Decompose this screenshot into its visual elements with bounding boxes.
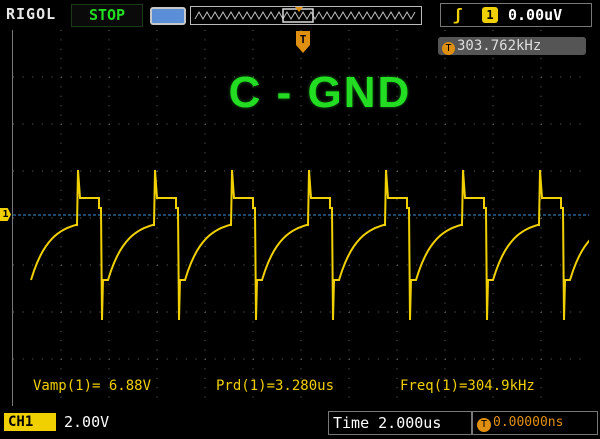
measure-frequency: Freq(1)=304.9kHz	[400, 378, 535, 394]
trigger-icon: T	[442, 42, 455, 55]
run-status-indicator[interactable]: STOP	[71, 4, 143, 27]
timebase-readout[interactable]: Time 2.000us	[328, 411, 472, 435]
top-status-bar: RIGOL STOP ʃ 1 0.00uV	[0, 0, 600, 30]
measure-vamp: Vamp(1)= 6.88V	[33, 378, 152, 394]
frequency-counter: T 303.762kHz	[438, 37, 586, 55]
bottom-status-bar: CH1 2.00V Time 2.000us T 0.00000ns	[0, 408, 600, 439]
brand-label: RIGOL	[6, 5, 57, 23]
memory-buffer-bar	[190, 6, 422, 25]
memory-battery-icon	[150, 7, 186, 25]
ch1-ground-marker[interactable]: 1	[0, 208, 11, 221]
trigger-level: 0.00uV	[508, 6, 563, 24]
trigger-settings[interactable]: ʃ 1 0.00uV	[440, 3, 592, 27]
ch1-label[interactable]: CH1	[4, 413, 56, 431]
measure-period: Prd(1)=3.280us	[216, 378, 335, 394]
trigger-position-readout[interactable]: T 0.00000ns	[472, 411, 598, 435]
rising-edge-icon: ʃ	[453, 5, 463, 24]
overlay-title: C - GND	[228, 68, 412, 117]
trigger-position-value: 0.00000ns	[493, 415, 564, 430]
trigger-channel-badge: 1	[482, 7, 498, 23]
buffer-waveform-icon	[194, 7, 416, 23]
ch1-waveform-trace	[30, 169, 600, 321]
ch1-vertical-scale[interactable]: 2.00V	[64, 413, 109, 431]
frequency-value: 303.762kHz	[457, 38, 542, 54]
trigger-position-marker[interactable]: T	[296, 31, 310, 55]
trigger-marker-label: T	[300, 33, 307, 46]
trigger-icon: T	[477, 418, 491, 432]
